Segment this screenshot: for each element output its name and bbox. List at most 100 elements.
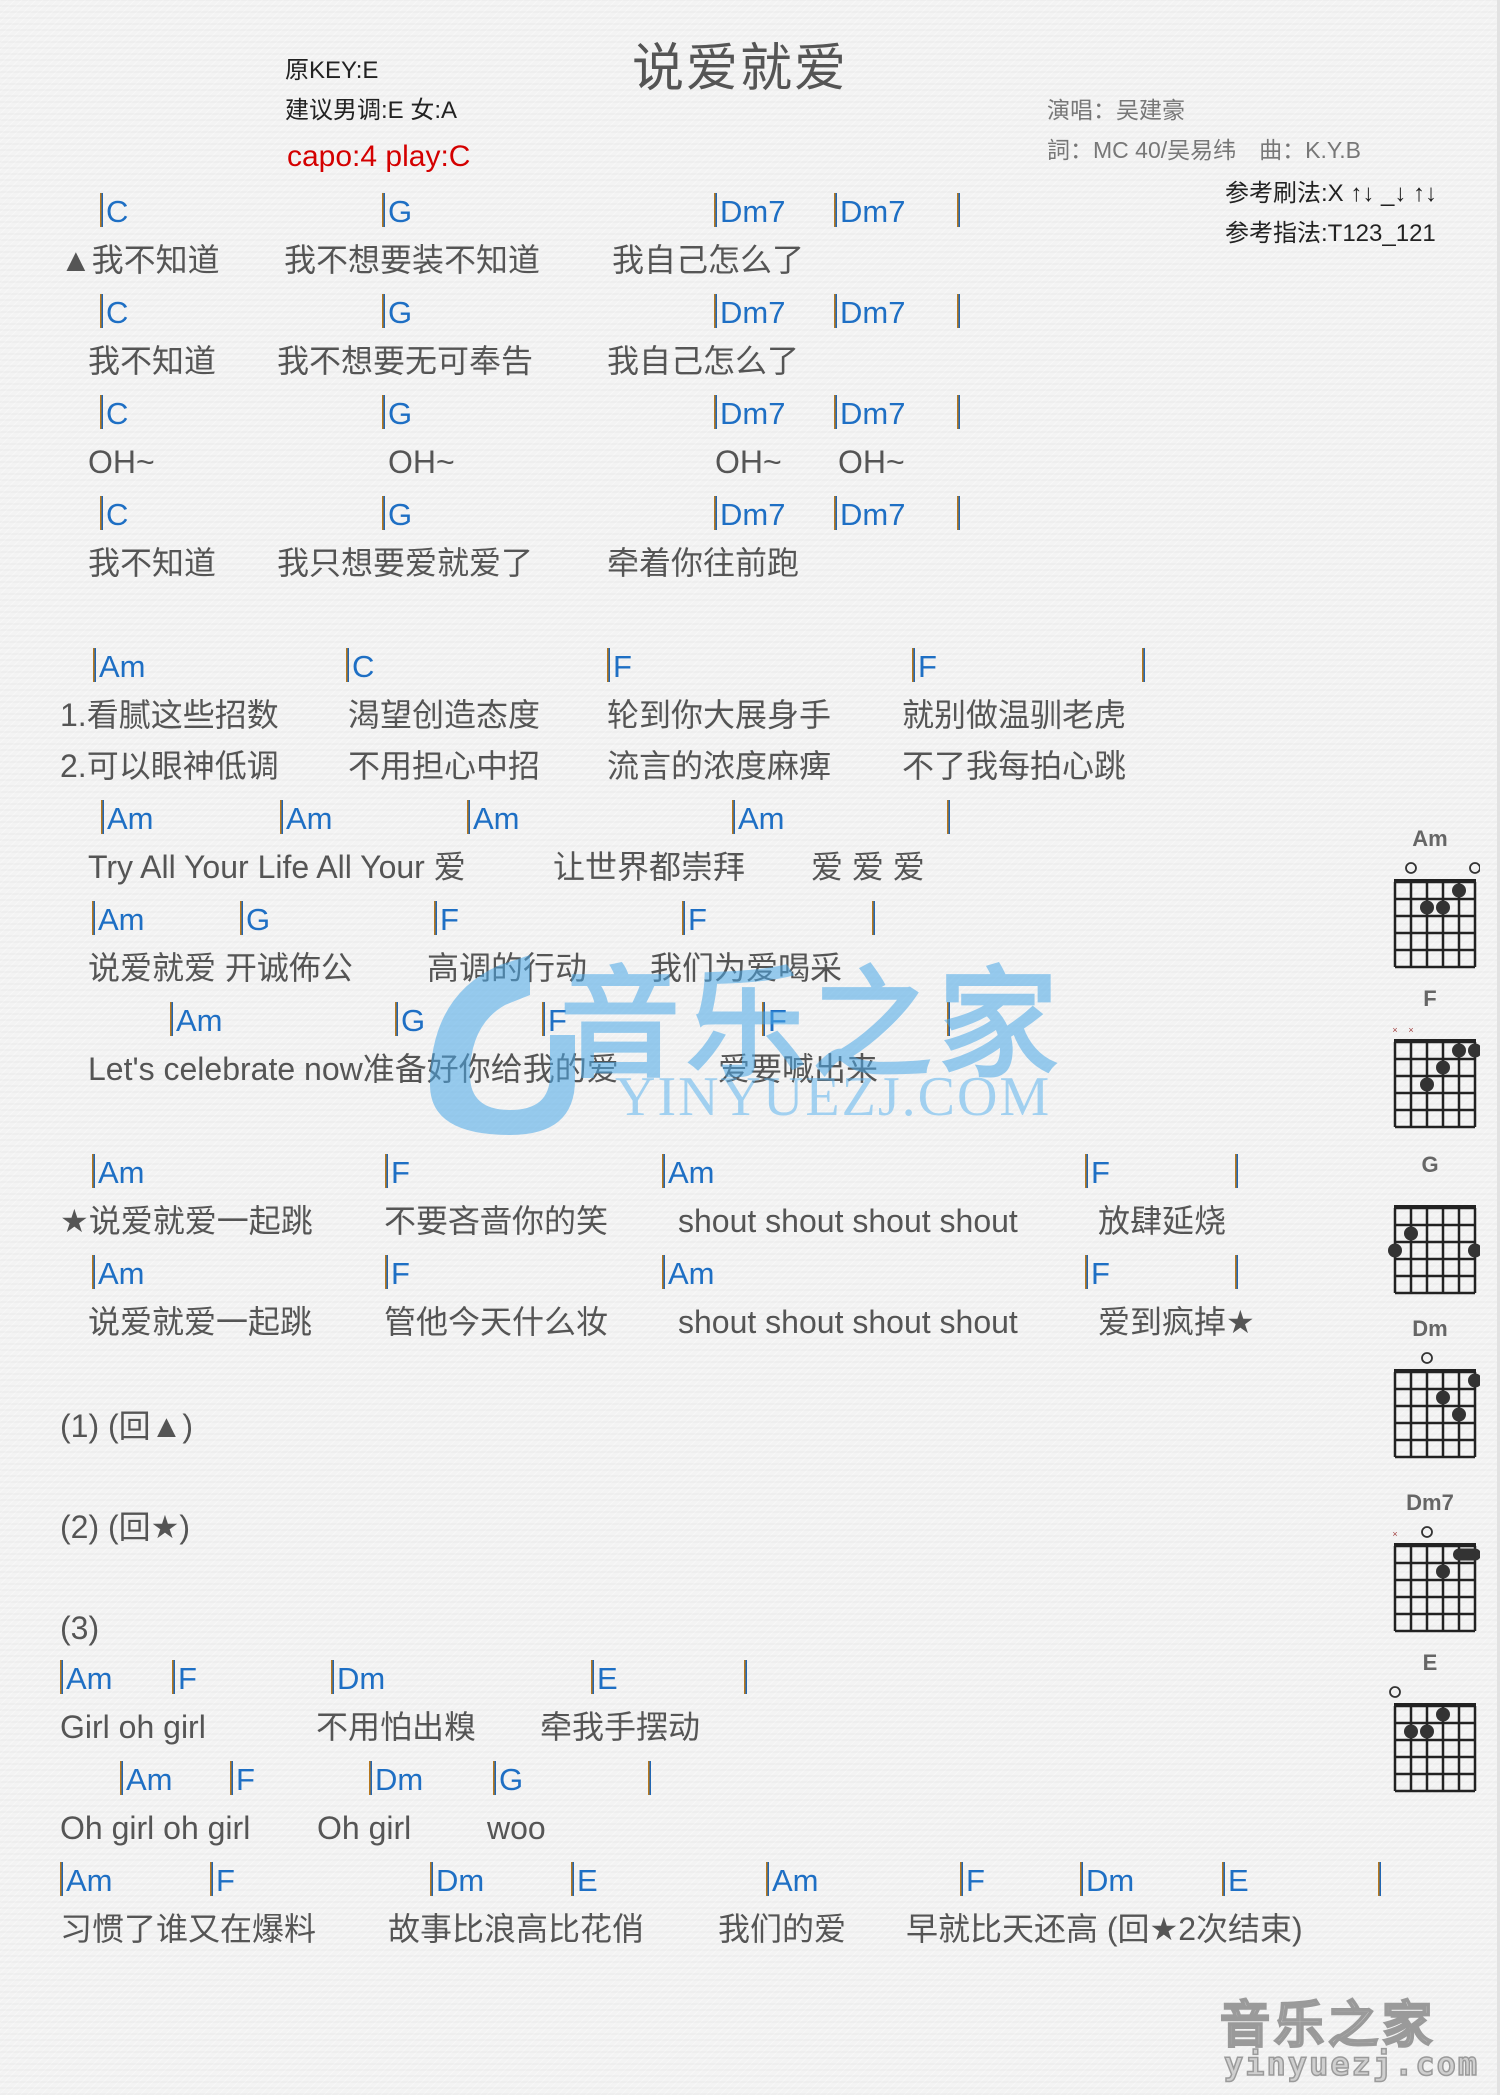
chord-marker: Dm — [331, 1660, 385, 1694]
chord-marker: Dm — [1080, 1862, 1134, 1896]
section-note-2: (2) (回★) — [60, 1509, 191, 1545]
bar-line-end — [957, 193, 960, 227]
chord-name: F — [178, 1661, 197, 1696]
chord-marker: Am — [766, 1862, 819, 1896]
chord-marker: E — [591, 1660, 618, 1694]
lyric-segment: 我自己怎么了 — [612, 242, 805, 278]
bar-line — [957, 496, 960, 530]
lyric-segment: 早就比天还高 (回★2次结束) — [906, 1911, 1303, 1947]
bar-line — [834, 294, 837, 328]
chord-name: Dm — [375, 1762, 424, 1797]
chord-marker: Am — [467, 800, 520, 834]
chord-marker: Am — [170, 1002, 223, 1036]
lyric-segment: 爱到疯掉★ — [1098, 1304, 1255, 1340]
chord-marker: F — [1085, 1154, 1110, 1188]
chord-diagram-name: Am — [1412, 826, 1448, 851]
finger-dot — [1404, 1724, 1418, 1739]
chord-marker: G — [240, 901, 270, 935]
lyric-segment: 说爱就爱 开诚佈公 — [88, 950, 353, 986]
chord-marker: Dm7 — [714, 193, 785, 227]
singer-credit: 演唱：吴建豪 — [1047, 97, 1185, 123]
finger-dot — [1436, 900, 1450, 915]
lyric-segment: 我不知道 — [88, 545, 217, 581]
bar-line — [369, 1761, 372, 1795]
bar-line — [662, 1154, 665, 1188]
bar-line — [714, 193, 717, 227]
chord-name: Am — [772, 1863, 819, 1898]
chord-diagram-name: G — [1421, 1152, 1439, 1177]
bar-line — [834, 496, 837, 530]
lyric-segment: Girl oh girl — [60, 1709, 206, 1745]
bar-line — [1222, 1862, 1225, 1896]
lyric-segment: 我们为爱喝采 — [650, 950, 843, 986]
chord-name: C — [106, 396, 129, 431]
chord-marker: Dm7 — [714, 294, 785, 328]
lyric-segment: OH~ — [715, 444, 782, 480]
lyric-segment: 爱 爱 爱 — [811, 849, 925, 885]
chord-marker: F — [230, 1761, 255, 1795]
chord-name: E — [1228, 1863, 1249, 1898]
chord-name: Dm — [436, 1863, 485, 1898]
bar-line — [92, 901, 95, 935]
lyric-segment: Try All Your Life All Your 爱 — [88, 849, 466, 885]
bar-line — [120, 1761, 123, 1795]
chord-name: G — [388, 295, 413, 330]
chord-marker: Dm7 — [834, 193, 905, 227]
chord-name: G — [246, 902, 271, 937]
lyricist-composer-credit: 詞：MC 40/吴易纬 曲：K.Y.B — [1047, 137, 1361, 163]
chord-marker: C — [346, 648, 374, 682]
chord-name: F — [391, 1155, 410, 1190]
chord-name: G — [388, 396, 413, 431]
chord-name: F — [391, 1256, 410, 1291]
chord-diagram-name: Dm — [1412, 1316, 1448, 1341]
chord-marker: F — [960, 1862, 985, 1896]
bar-line — [170, 1002, 173, 1036]
chord-marker: F — [1085, 1255, 1110, 1289]
fretboard-grid — [1393, 1352, 1480, 1459]
chord-name: Am — [473, 801, 520, 836]
bar-line — [714, 395, 717, 429]
fretboard-grid: × — [1392, 1526, 1480, 1633]
original-key: 原KEY:E — [285, 57, 379, 84]
chord-name: E — [577, 1863, 598, 1898]
chord-diagram-name: Dm7 — [1406, 1490, 1454, 1515]
bar-line — [591, 1660, 594, 1694]
lyric-segment: ▲我不知道 — [60, 242, 220, 278]
bar-line — [467, 800, 470, 834]
chord-name: Am — [107, 801, 154, 836]
bar-line — [240, 901, 243, 935]
bar-line — [607, 648, 610, 682]
chord-name: Dm7 — [840, 295, 906, 330]
lyric-segment: 爱要喊出来 — [718, 1051, 879, 1087]
bar-line — [957, 395, 960, 429]
bar-line — [1085, 1154, 1088, 1188]
chord-diagram-name: F — [1423, 986, 1437, 1011]
finger-dot — [1452, 883, 1466, 898]
bar-line — [1142, 648, 1145, 682]
lyric-segment: 故事比浪高比花俏 — [388, 1911, 645, 1947]
chord-name: F — [688, 902, 707, 937]
fretboard-grid — [1389, 1686, 1477, 1793]
chord-name: F — [236, 1762, 255, 1797]
bar-line — [100, 294, 103, 328]
bar-line — [385, 1154, 388, 1188]
bar-line-end — [947, 1002, 950, 1036]
open-string-icon — [1389, 1686, 1401, 1698]
chord-name: Am — [98, 902, 145, 937]
chord-marker: F — [385, 1154, 410, 1188]
muted-string-icon: × — [1392, 1529, 1397, 1539]
bar-line — [1235, 1154, 1238, 1188]
lyric-segment: 1.看腻这些招数 — [60, 697, 279, 733]
bar-line — [1235, 1255, 1238, 1289]
finger-dot — [1468, 1243, 1480, 1258]
bar-line — [93, 648, 96, 682]
chord-name: Am — [286, 801, 333, 836]
lyric-segment: 我不想要无可奉告 — [277, 343, 534, 379]
finger-dot — [1436, 1060, 1450, 1075]
chord-marker: G — [382, 294, 412, 328]
chord-marker: C — [100, 496, 128, 530]
bar-line — [947, 800, 950, 834]
lyric-segment: shout shout shout shout — [678, 1203, 1018, 1239]
finger-dot — [1468, 1043, 1480, 1058]
bar-line — [100, 395, 103, 429]
